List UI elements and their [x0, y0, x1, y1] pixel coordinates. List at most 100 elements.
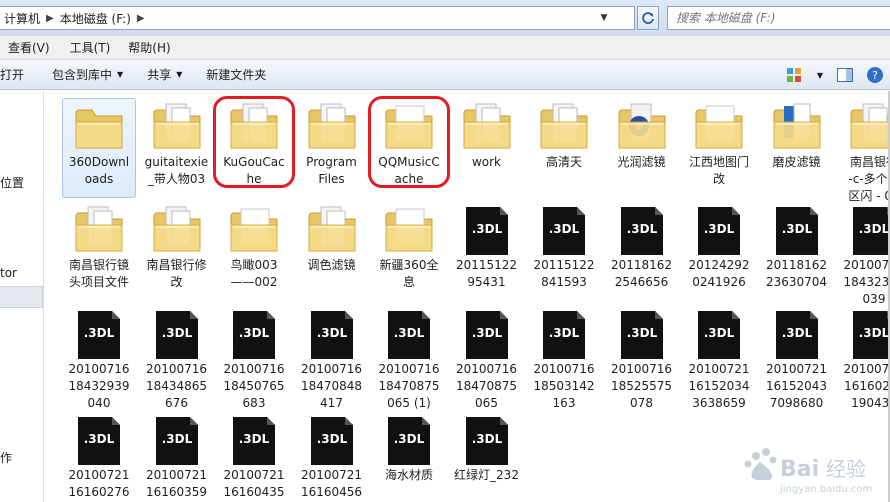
file-item[interactable]: work — [448, 96, 526, 200]
menu-tools[interactable]: 工具(T) — [62, 39, 119, 56]
file-item[interactable]: .3DL 20100716 18432939 040 — [60, 303, 138, 410]
file-item[interactable]: .3DL 2010071618432356039 — [835, 199, 890, 306]
share-button[interactable]: 共享 ▼ — [135, 66, 194, 83]
file-item[interactable]: 磨皮滤镜 — [758, 96, 836, 200]
preview-pane-button[interactable] — [833, 64, 857, 86]
file-item[interactable]: 高清天 — [525, 96, 603, 200]
svg-text:?: ? — [872, 69, 878, 82]
file-item[interactable]: 调色滤镜 — [293, 199, 371, 303]
new-folder-button[interactable]: 新建文件夹 — [194, 66, 278, 83]
svg-text:.3DL: .3DL — [471, 432, 502, 446]
file-item[interactable]: QQMusicC ache — [368, 96, 450, 200]
svg-text:.3DL: .3DL — [859, 222, 890, 236]
file-item[interactable]: KuGouCac he — [213, 96, 295, 200]
file-item[interactable]: .3DL 201007211616026?190439 — [835, 303, 890, 410]
address-dropdown-icon[interactable]: ▼ — [596, 7, 612, 29]
file-list: 360Downl oads guitaitexie _带人物03 KuGouCac he P… — [45, 91, 890, 502]
file-item[interactable]: 江西地图门改 — [680, 96, 758, 200]
breadcrumb-drive[interactable]: 本地磁盘 (F:) — [56, 10, 135, 27]
search-box[interactable] — [667, 6, 890, 30]
file-item[interactable]: 新疆360全息 — [370, 199, 448, 303]
folder-icon — [537, 100, 591, 154]
3dl-file-icon: .3DL — [382, 413, 436, 467]
svg-text:.3DL: .3DL — [316, 432, 347, 446]
file-name: 20100721 16160456 — [300, 468, 363, 499]
menu-help[interactable]: 帮助(H) — [120, 39, 178, 56]
view-dropdown-icon[interactable]: ▼ — [813, 64, 827, 86]
file-name: 20100721 16160359 — [145, 468, 208, 499]
file-item[interactable]: .3DL 20115122 95431 — [448, 199, 526, 303]
nav-item-tor[interactable]: tor — [0, 266, 17, 280]
file-item[interactable]: .3DL 20115122 841593 — [525, 199, 603, 303]
breadcrumb-separator-icon[interactable]: ▶ — [44, 13, 56, 24]
svg-text:.3DL: .3DL — [704, 326, 735, 340]
file-item[interactable]: .3DL 20100721 16160276 — [60, 409, 138, 502]
folder-icon — [847, 100, 890, 154]
file-name: guitaitexie _带人物03 — [144, 155, 209, 186]
file-name: 360Downl oads — [68, 155, 130, 186]
svg-text:.3DL: .3DL — [161, 432, 192, 446]
file-item[interactable]: .3DL 20118162 23630704 — [758, 199, 836, 303]
breadcrumb-computer[interactable]: 计算机 — [0, 10, 44, 27]
file-item[interactable]: .3DL 20100716 18470848 417 — [293, 303, 371, 410]
file-item[interactable]: .3DL 20100716 18503142 163 — [525, 303, 603, 410]
file-item[interactable]: .3DL 20124292 0241926 — [680, 199, 758, 303]
file-item[interactable]: .3DL 红绿灯_232 — [448, 409, 526, 502]
file-item[interactable]: .3DL 20100716 18525575 078 — [603, 303, 681, 410]
svg-text:.3DL: .3DL — [859, 326, 890, 340]
preview-pane-icon — [837, 68, 853, 82]
file-item[interactable]: 南昌银行镜 头项目文件 — [60, 199, 138, 303]
file-name: 20100716 18470875 065 (1) — [378, 362, 440, 410]
3dl-file-icon: .3DL — [460, 203, 514, 257]
nav-item-selected[interactable] — [0, 286, 43, 308]
file-item[interactable]: 南昌银行修改 — [138, 199, 216, 303]
file-name: 20100721 16160435 — [223, 468, 285, 499]
file-name: work — [471, 155, 502, 169]
3dl-file-icon: .3DL — [847, 307, 890, 361]
file-item[interactable]: Program Files — [293, 96, 371, 200]
file-name: 南昌银行修改 — [146, 258, 207, 289]
file-item[interactable]: 光润滤镜 — [603, 96, 681, 200]
search-input[interactable] — [676, 11, 876, 25]
include-library-button[interactable]: 包含到库中 ▼ — [40, 66, 135, 83]
chevron-down-icon: ▼ — [176, 70, 183, 79]
file-item[interactable]: 南昌银行-c-多个小区闪 - 00 — [835, 96, 890, 203]
nav-item-location[interactable]: 位置 — [0, 174, 24, 191]
file-name: 20100716 18450765 683 — [223, 362, 285, 410]
file-item[interactable]: .3DL 20100716 18434865 676 — [138, 303, 216, 410]
3dl-file-icon: .3DL — [227, 413, 281, 467]
file-item[interactable]: .3DL 20100721 16160456 — [293, 409, 371, 502]
nav-item-work[interactable]: 作 — [0, 449, 12, 466]
breadcrumb-separator-icon[interactable]: ▶ — [135, 13, 147, 24]
file-item[interactable]: .3DL 海水材质 — [370, 409, 448, 502]
view-options-button[interactable] — [783, 64, 807, 86]
folder-icon — [615, 100, 669, 154]
address-row: 计算机 ▶ 本地磁盘 (F:) ▶ ▼ — [0, 0, 890, 36]
baidu-jingyan-watermark-logo: Bai 经验 jingyan.baidu.com — [740, 442, 880, 498]
file-item[interactable]: .3DL 20100721 16152034 3638659 — [680, 303, 758, 410]
include-library-label: 包含到库中 — [52, 68, 113, 82]
file-item[interactable]: guitaitexie _带人物03 — [138, 96, 216, 200]
menu-view[interactable]: 查看(V) — [0, 39, 58, 56]
open-button[interactable]: 打开 — [0, 66, 40, 83]
file-item[interactable]: .3DL 20100716 18450765 683 — [215, 303, 293, 410]
file-item[interactable]: .3DL 20100721 16152043 7098680 — [758, 303, 836, 410]
help-button[interactable]: ? — [863, 64, 887, 86]
file-item[interactable]: .3DL 20100721 16160435 — [215, 409, 293, 502]
3dl-file-icon: .3DL — [460, 307, 514, 361]
file-item[interactable]: .3DL 20100716 18470875 065 — [448, 303, 526, 410]
file-item[interactable]: 鸟瞰003 ——002 — [215, 199, 293, 303]
svg-text:.3DL: .3DL — [84, 326, 115, 340]
file-item[interactable]: 360Downl oads — [60, 96, 138, 200]
refresh-icon — [642, 12, 654, 24]
file-item[interactable]: .3DL 20100721 16160359 — [138, 409, 216, 502]
file-name: 201007211616026?190439 — [843, 362, 890, 410]
refresh-button[interactable] — [637, 6, 659, 30]
3dl-file-icon: .3DL — [537, 307, 591, 361]
file-name: 光润滤镜 — [617, 155, 666, 169]
folder-icon — [770, 100, 824, 154]
file-item[interactable]: .3DL 20100716 18470875 065 (1) — [370, 303, 448, 410]
file-item[interactable]: .3DL 20118162 2546656 — [603, 199, 681, 303]
file-name: 20100716 18503142 163 — [533, 362, 595, 410]
address-bar[interactable]: 计算机 ▶ 本地磁盘 (F:) ▶ ▼ — [0, 6, 635, 30]
